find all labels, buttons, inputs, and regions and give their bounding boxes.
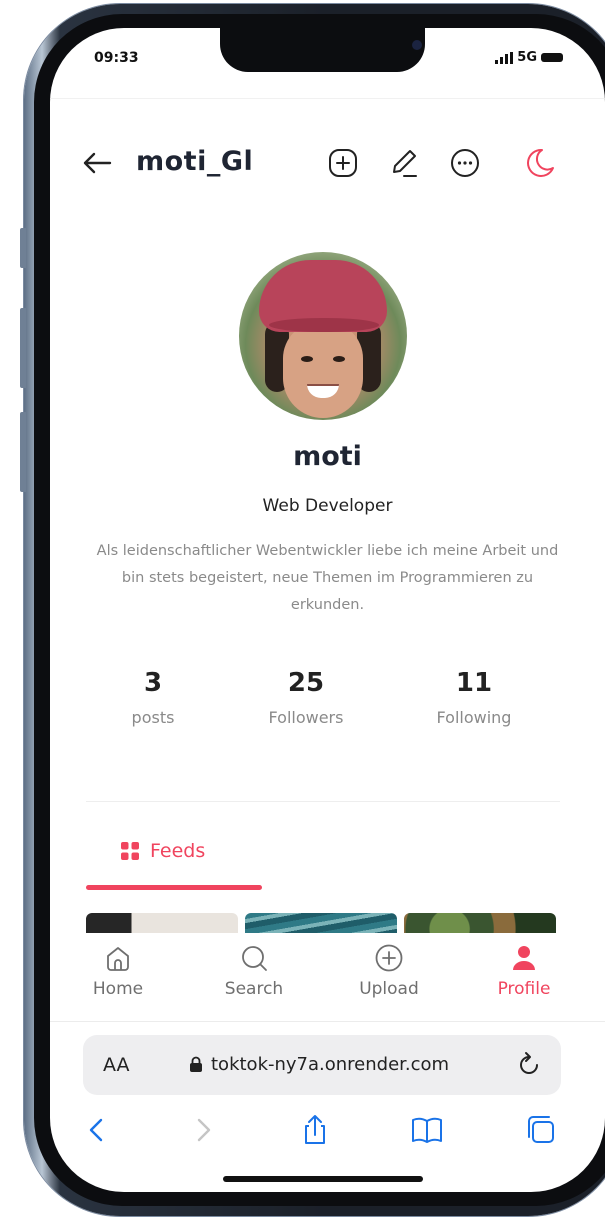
stat-followers-value: 25 <box>287 668 325 698</box>
nav-search[interactable]: Search <box>194 943 314 999</box>
nav-profile[interactable]: Profile <box>464 943 584 999</box>
dark-mode-moon-icon[interactable] <box>523 146 557 180</box>
avatar-face <box>283 322 363 418</box>
profile-bio: Als leidenschaftlicher Webentwickler lie… <box>96 543 559 613</box>
add-post-icon[interactable] <box>326 146 360 180</box>
profile-role: Web Developer <box>262 496 393 516</box>
avatar-eye <box>301 356 313 362</box>
profile-name: moti <box>293 441 362 472</box>
stat-following-label: Following <box>436 708 512 727</box>
mute-switch <box>20 228 26 268</box>
home-indicator <box>223 1176 423 1182</box>
address-url-text: toktok-ny7a.onrender.com <box>211 1054 450 1075</box>
notch <box>220 28 425 72</box>
avatar-cap-brim <box>269 318 379 332</box>
stat-posts-label: posts <box>131 708 175 727</box>
search-icon <box>242 946 267 971</box>
reload-icon[interactable] <box>515 1051 543 1079</box>
header-username: moti_Gl <box>136 146 254 177</box>
reader-text-size-label: AA <box>103 1054 130 1076</box>
edit-pencil-icon[interactable] <box>386 146 420 180</box>
tab-feeds-label: Feeds <box>150 840 206 862</box>
reader-text-size-button[interactable]: AA <box>103 1054 130 1076</box>
stat-followers[interactable]: 25 Followers <box>231 668 381 727</box>
camera-dot <box>412 40 422 50</box>
nav-upload[interactable]: Upload <box>329 943 449 999</box>
lock-icon <box>190 1056 202 1072</box>
status-separator <box>50 98 605 99</box>
network-type: 5G <box>517 50 537 65</box>
home-icon <box>107 947 129 971</box>
status-indicators: 5G <box>495 50 563 65</box>
nav-upload-label: Upload <box>359 979 419 999</box>
bottom-navigation: Home Search Upload Profile <box>50 933 605 1021</box>
browser-separator <box>50 1021 605 1022</box>
browser-address-bar[interactable]: AA toktok-ny7a.onrender.com <box>83 1035 561 1095</box>
back-arrow-icon[interactable] <box>80 146 114 180</box>
avatar-eye <box>333 356 345 362</box>
browser-back-icon[interactable] <box>80 1113 114 1147</box>
stat-following-value: 11 <box>455 668 493 698</box>
stat-posts[interactable]: 3 posts <box>78 668 228 727</box>
address-url[interactable]: toktok-ny7a.onrender.com <box>189 1054 449 1075</box>
stat-following[interactable]: 11 Following <box>399 668 549 727</box>
user-icon <box>513 946 535 970</box>
tab-feeds[interactable]: Feeds <box>120 840 205 862</box>
stat-posts-value: 3 <box>143 668 163 698</box>
signal-icon <box>495 51 514 64</box>
bookmarks-book-icon[interactable] <box>410 1113 444 1147</box>
volume-down-button <box>20 412 26 492</box>
nav-home[interactable]: Home <box>58 943 178 999</box>
battery-icon <box>541 53 563 62</box>
plus-circle-icon <box>375 944 403 972</box>
stat-followers-label: Followers <box>268 708 344 727</box>
nav-search-label: Search <box>224 979 284 999</box>
more-options-icon[interactable] <box>448 146 482 180</box>
grid-icon <box>121 842 139 860</box>
phone-screen: 09:33 5G moti_Gl moti Web Developer Als … <box>50 28 605 1192</box>
nav-profile-label: Profile <box>497 979 551 999</box>
share-icon[interactable] <box>298 1113 332 1147</box>
nav-home-label: Home <box>92 979 144 999</box>
browser-forward-icon[interactable] <box>186 1113 220 1147</box>
profile-avatar[interactable] <box>239 252 407 420</box>
tabs-icon[interactable] <box>524 1113 558 1147</box>
status-time: 09:33 <box>94 50 139 66</box>
tab-active-indicator <box>86 885 262 890</box>
volume-up-button <box>20 308 26 388</box>
section-divider <box>86 801 560 802</box>
